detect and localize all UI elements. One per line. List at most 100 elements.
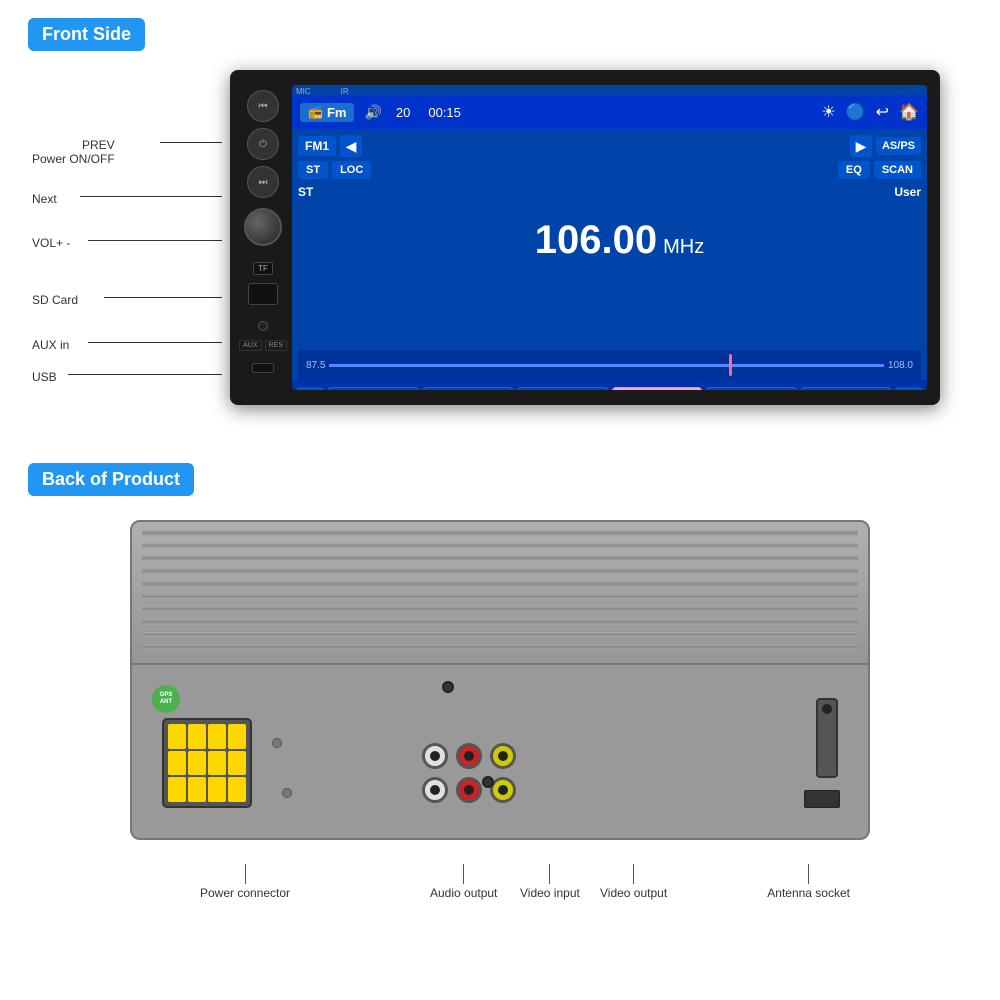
preset-3[interactable]: 98.00: [517, 387, 608, 390]
source-icon: 📻: [308, 105, 323, 119]
freq-value: 106.00: [535, 220, 657, 260]
back-labels-row: Power connector Audio output Video input…: [130, 840, 870, 900]
back-bottom-panel: GPSANT: [132, 663, 868, 838]
preset-left-arrow[interactable]: ❮: [296, 387, 324, 390]
prev-button[interactable]: ⏮: [247, 90, 279, 122]
label-line-audio: [463, 864, 464, 884]
right-controls: ▶ AS/PS EQ SCAN User: [821, 135, 921, 344]
asps-row: ▶ AS/PS: [850, 135, 921, 157]
callout-line-usb: [68, 374, 222, 375]
mic-ir-labels: MIC IR: [296, 87, 349, 96]
label-line-video-in: [549, 864, 550, 884]
callout-vol: VOL+ -: [32, 236, 70, 250]
home-icon[interactable]: 🏠: [899, 102, 919, 122]
screen-topbar: 📻 Fm 🔊 20 00:15 ☀ 🔵 ↩ 🏠: [292, 95, 927, 129]
tuner-end: 108.0: [888, 360, 913, 371]
pin: [228, 777, 246, 802]
back-icon[interactable]: ↩: [876, 102, 889, 122]
fin: [142, 619, 858, 625]
tuner-scale: [329, 364, 884, 367]
volume-knob[interactable]: [244, 208, 282, 246]
fm-back-arrow[interactable]: ◀: [340, 135, 362, 157]
fm-row: FM1 ◀: [298, 135, 418, 157]
audio-output-label: Audio output: [430, 864, 497, 900]
device-screen: MIC IR 📻 Fm 🔊 20 00:15 ☀ 🔵 ↩ 🏠: [292, 85, 927, 390]
sd-slot[interactable]: [248, 283, 278, 305]
ir-label: IR: [341, 87, 349, 96]
callout-usb: USB: [32, 370, 57, 384]
eq-button[interactable]: EQ: [838, 161, 870, 179]
fin: [142, 530, 858, 536]
preset-4[interactable]: 106.00: [612, 387, 703, 390]
preset-6[interactable]: 87.50: [801, 387, 892, 390]
power-button[interactable]: ⏻: [247, 128, 279, 160]
st-label2: ST: [298, 185, 418, 199]
pin: [168, 777, 186, 802]
freq-unit: MHz: [663, 236, 704, 259]
scan-button[interactable]: SCAN: [874, 161, 921, 179]
screw-2: [282, 788, 292, 798]
brightness-icon[interactable]: ☀: [821, 102, 835, 122]
preset-5[interactable]: 108.00: [706, 387, 797, 390]
video-input-label: Video input: [520, 864, 580, 900]
fin: [142, 632, 858, 638]
green-sticker: GPSANT: [152, 685, 180, 713]
sd-label: TF: [253, 262, 273, 275]
callout-next: Next: [32, 192, 57, 206]
rca-white-1: [422, 743, 448, 769]
eq-scan-row: EQ SCAN: [838, 161, 921, 179]
st-button[interactable]: ST: [298, 161, 328, 179]
antenna-hole: [822, 704, 832, 714]
fin: [142, 594, 858, 600]
res-btn[interactable]: RES: [265, 340, 287, 351]
power-connector: [162, 718, 252, 808]
tuner-needle: [729, 354, 732, 376]
callout-line-next: [80, 196, 222, 197]
device-back: GPSANT: [130, 520, 870, 900]
device-front-body: ⏮ ⏻ ⏭ TF AUX RES: [230, 70, 940, 405]
video-output-label: Video output: [600, 864, 667, 900]
label-line-power: [245, 864, 246, 884]
callout-line-prev: [160, 142, 222, 143]
fin: [142, 644, 858, 650]
volume-display: 20: [396, 105, 410, 120]
label-line-video-out: [633, 864, 634, 884]
rca-red-2: [456, 777, 482, 803]
tuner-bar: 87.5 108.0: [298, 350, 921, 380]
pin: [168, 724, 186, 749]
loc-button[interactable]: LOC: [332, 161, 371, 179]
pin: [188, 777, 206, 802]
callout-aux: AUX in: [32, 338, 69, 352]
aux-res-area: AUX RES: [239, 340, 287, 351]
play-button[interactable]: ▶: [850, 135, 872, 157]
pin: [188, 751, 206, 776]
preset-1[interactable]: 87.50: [328, 387, 419, 390]
antenna-socket-label: Antenna socket: [767, 864, 850, 900]
rca-row-bottom: [422, 777, 516, 803]
st-loc-row: ST LOC: [298, 161, 418, 179]
source-indicator[interactable]: 📻 Fm: [300, 103, 354, 122]
frequency-display: 106.00 MHz: [424, 135, 815, 344]
preset-2[interactable]: 90.00: [423, 387, 514, 390]
pin: [208, 751, 226, 776]
mic-label: MIC: [296, 87, 311, 96]
heatsink: [142, 530, 858, 650]
usb-port[interactable]: [252, 363, 274, 373]
pin: [168, 751, 186, 776]
small-jack-top: [442, 681, 454, 693]
aux-btn[interactable]: AUX: [239, 340, 261, 351]
callout-line-vol: [88, 240, 222, 241]
rca-white-2: [422, 777, 448, 803]
fm-label[interactable]: FM1: [298, 136, 336, 156]
back-side-label: Back of Product: [28, 463, 194, 496]
fin: [142, 543, 858, 549]
next-button[interactable]: ⏭: [247, 166, 279, 198]
left-panel: ⏮ ⏻ ⏭ TF AUX RES: [238, 90, 288, 385]
aux-jack[interactable]: [258, 321, 268, 331]
sd-slot-area: TF: [248, 262, 278, 305]
pin: [188, 724, 206, 749]
bluetooth-icon[interactable]: 🔵: [846, 102, 866, 122]
rca-row-top: [422, 743, 516, 769]
asps-button[interactable]: AS/PS: [876, 137, 921, 155]
preset-right-arrow[interactable]: ❯: [895, 387, 923, 390]
